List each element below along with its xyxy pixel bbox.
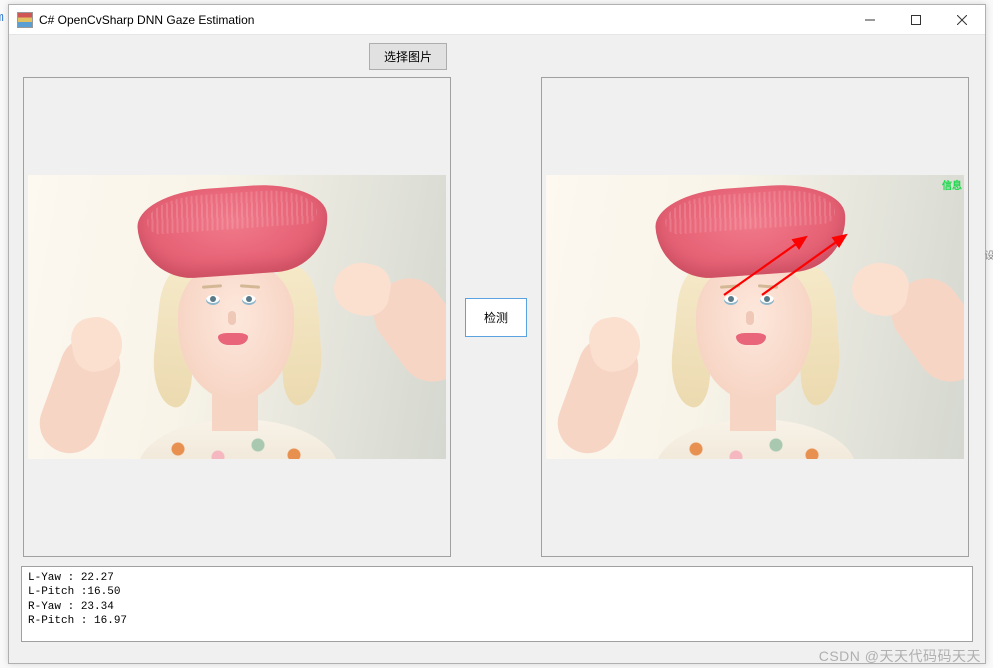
- results-textbox[interactable]: L-Yaw : 22.27 L-Pitch :16.50 R-Yaw : 23.…: [21, 566, 973, 642]
- app-window: C# OpenCvSharp DNN Gaze Estimation 选择图片: [8, 4, 986, 664]
- r-pitch-row: R-Pitch : 16.97: [28, 615, 127, 627]
- select-image-button[interactable]: 选择图片: [369, 43, 447, 70]
- output-image: 信息: [546, 175, 964, 459]
- l-pitch-row: L-Pitch :16.50: [28, 586, 120, 598]
- output-image-panel: 信息: [541, 77, 969, 557]
- input-image: [28, 175, 446, 459]
- right-margin-char: 设: [980, 250, 993, 260]
- minimize-button[interactable]: [847, 5, 893, 35]
- window-controls: [847, 5, 985, 34]
- maximize-button[interactable]: [893, 5, 939, 35]
- detect-button[interactable]: 检测: [465, 298, 527, 337]
- l-yaw-row: L-Yaw : 22.27: [28, 572, 114, 584]
- titlebar[interactable]: C# OpenCvSharp DNN Gaze Estimation: [9, 5, 985, 35]
- r-yaw-row: R-Yaw : 23.34: [28, 601, 114, 613]
- close-button[interactable]: [939, 5, 985, 35]
- client-area: 选择图片 检测: [9, 35, 985, 663]
- app-icon: [17, 12, 33, 28]
- window-title: C# OpenCvSharp DNN Gaze Estimation: [39, 13, 254, 27]
- overlay-marker: 信息: [942, 177, 962, 192]
- editor-margin-char: m: [0, 10, 4, 25]
- input-image-panel: [23, 77, 451, 557]
